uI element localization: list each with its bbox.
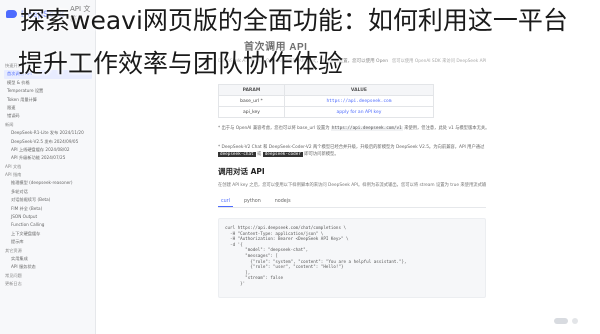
sidebar: DeepSeek API 文档 快速开始 首次调用 API 模型 & 价格 Tempe… (0, 0, 96, 334)
param-name: base_url * (218, 95, 285, 107)
code-tabs: curl python nodejs (218, 196, 486, 208)
sidebar-item[interactable]: 上下文硬盘缓存 (4, 230, 92, 238)
base-url-note: * 出于与 OpenAI 兼容考虑，您也可以将 base_url 设置为 htt… (218, 125, 489, 132)
tab-python[interactable]: python (241, 196, 264, 207)
param-value: https://api.deepseek.com (283, 95, 435, 107)
param-table: PARAM VALUE base_url * https://api.deeps… (218, 84, 435, 118)
sidebar-item[interactable]: 其它资源 (4, 247, 92, 255)
model-upgrade-note: * DeepSeek-V2 Chat 和 DeepSeek-Coder-V2 两… (218, 144, 488, 158)
sidebar-item[interactable]: 推理模型 (deepseek-reasoner) (4, 179, 92, 187)
sidebar-item[interactable]: 新闻 (4, 121, 92, 129)
header-faint-text: 您可以使用 OpenAI SDK 来访问 DeepSeek API (392, 59, 487, 64)
page-title: 首次调用 API (244, 42, 308, 53)
code-line: }' (225, 280, 246, 286)
tab-curl[interactable]: curl (218, 196, 233, 207)
sidebar-nav: 快速开始 首次调用 API 模型 & 价格 Temperature 设置 Token 用… (4, 62, 92, 289)
sidebar-item[interactable]: FIM 补全 (Beta) (4, 205, 92, 213)
sidebar-item[interactable]: 模型 & 价格 (4, 79, 92, 87)
sidebar-item[interactable]: API 升级新功能 2024/07/25 (4, 154, 92, 162)
note2-suffix: 即可访问新模型。 (304, 152, 339, 157)
section-title: 调用对话 API (218, 167, 265, 176)
brand-suffix: API 文档 (70, 5, 91, 23)
intro-text: DeepSeek API 使用与 OpenAI 兼容的 API 格式，通过修改配… (218, 59, 388, 64)
sidebar-item[interactable]: 多轮对话 (4, 188, 92, 196)
scroll-indicator-dot[interactable] (572, 318, 578, 324)
sidebar-item[interactable]: API 指南 (4, 171, 92, 179)
table-row: api_key apply for an API key (218, 106, 435, 118)
note2-prefix: * DeepSeek-V2 Chat 和 DeepSeek-Coder-V2 两… (218, 145, 485, 150)
sidebar-item[interactable]: JSON Output (4, 213, 92, 221)
note1-prefix: * 出于与 OpenAI 兼容考虑，您也可以将 base_url 设置为 (218, 126, 330, 131)
note1-code: https://api.deepseek.com/v1 (330, 126, 403, 131)
sidebar-item[interactable]: 快速开始 (4, 62, 92, 70)
table-header-value: VALUE (283, 84, 435, 96)
sidebar-item[interactable]: Token 用量计算 (4, 96, 92, 104)
sidebar-item[interactable]: DeepSeek-V2.5 发布 2024/09/05 (4, 138, 92, 146)
doc-content: 首次调用 API 您可以使用 OpenAI SDK 来访问 DeepSeek A… (96, 0, 600, 334)
code-block[interactable]: curl https://api.deepseek.com/chat/compl… (218, 218, 486, 298)
apply-api-key-link[interactable]: apply for an API key (283, 106, 435, 118)
table-header-row: PARAM VALUE (218, 84, 435, 96)
sidebar-item[interactable]: 常见问题 (4, 272, 92, 280)
sidebar-item[interactable]: DeepSeek-R1-Lite 发布 2024/11/20 (4, 129, 92, 137)
sidebar-item[interactable]: API 文档 (4, 163, 92, 171)
note2-code-chat: deepseek-chat (218, 152, 256, 157)
scroll-indicator[interactable] (554, 318, 568, 324)
sidebar-item[interactable]: Function Calling (4, 221, 92, 229)
param-name: api_key (218, 106, 285, 118)
sidebar-item[interactable]: 错误码 (4, 112, 92, 120)
sidebar-item[interactable]: API 服务状态 (4, 263, 92, 271)
sidebar-item[interactable]: Temperature 设置 (4, 87, 92, 95)
sidebar-item[interactable]: 实用集成 (4, 255, 92, 263)
note2-code-coder: deepseek-coder (262, 152, 303, 157)
sidebar-item[interactable]: 对话前缀续写 (Beta) (4, 196, 92, 204)
note1-suffix: 来使用，但注意，此处 v1 与模型版本无关。 (404, 126, 490, 131)
sidebar-item[interactable]: 限速 (4, 104, 92, 112)
table-row: base_url * https://api.deepseek.com (218, 95, 435, 107)
sidebar-item[interactable]: 提示库 (4, 238, 92, 246)
sidebar-item[interactable]: 首次调用 API (4, 70, 92, 79)
section-desc: 在创建 API key 之后，您可以使用以下样例脚本的来访问 DeepSeek … (218, 183, 486, 188)
whale-logo-icon (6, 10, 17, 18)
tab-nodejs[interactable]: nodejs (272, 196, 294, 207)
note2-mid: 或 (257, 152, 262, 157)
sidebar-item[interactable]: 更新日志 (4, 280, 92, 288)
brand-logo[interactable]: DeepSeek API 文档 (6, 4, 95, 24)
table-header-param: PARAM (218, 84, 285, 96)
brand-name: DeepSeek (20, 9, 65, 19)
docs-page: DeepSeek API 文档 快速开始 首次调用 API 模型 & 价格 Tempe… (0, 0, 600, 334)
sidebar-item[interactable]: API 上线硬盘缓存 2024/08/02 (4, 146, 92, 154)
